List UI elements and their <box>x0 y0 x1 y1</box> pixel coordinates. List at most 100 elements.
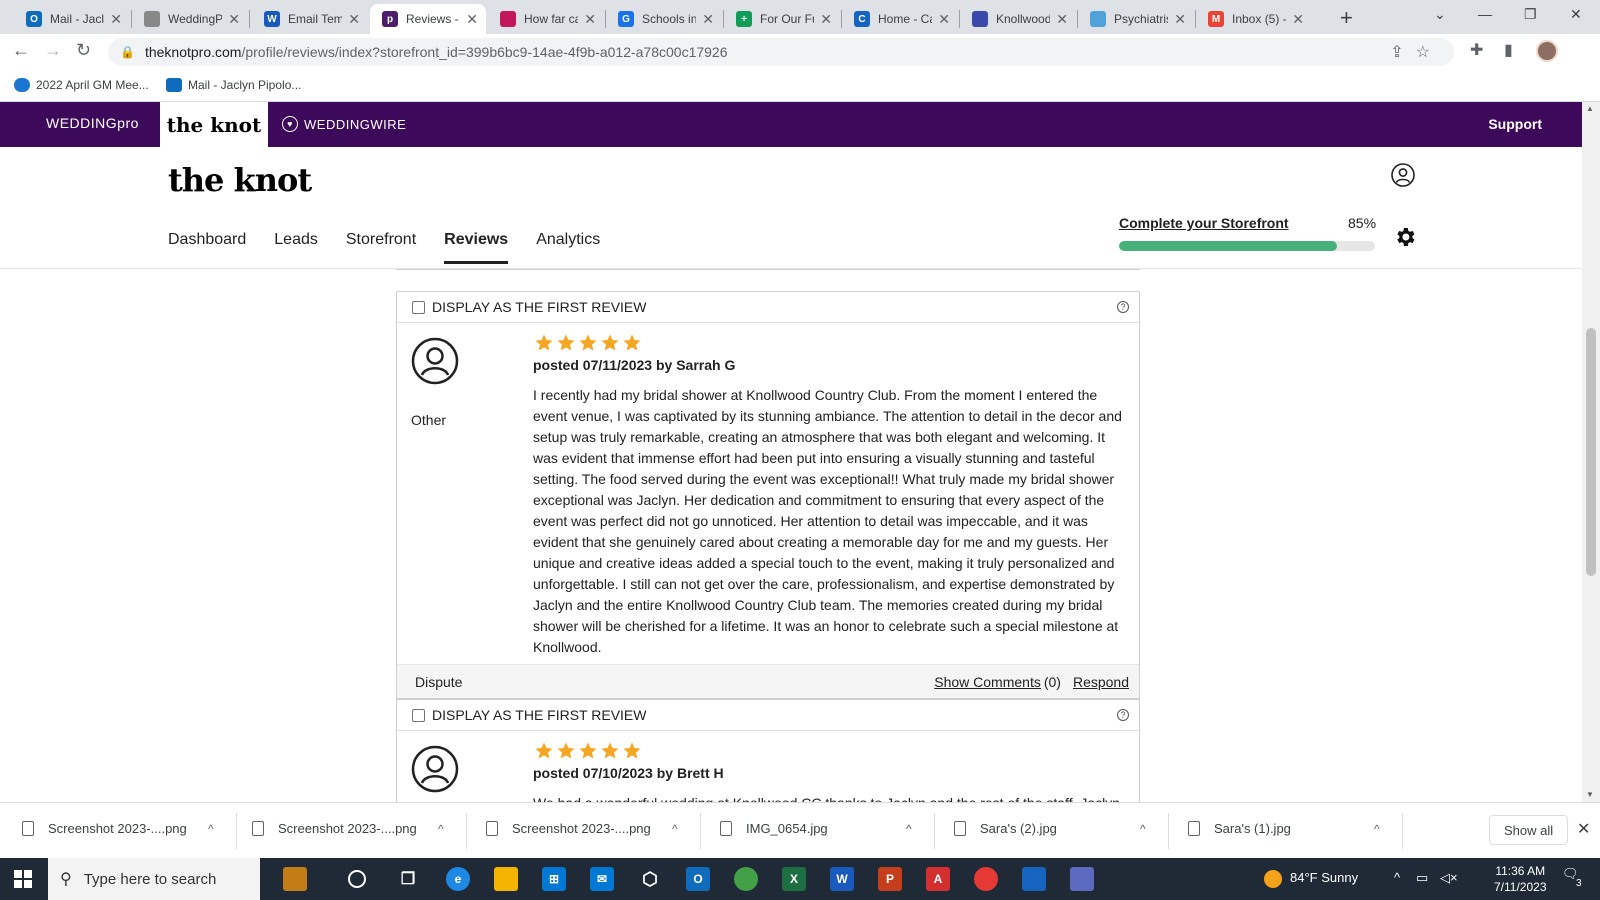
windows-start-icon[interactable] <box>14 870 32 888</box>
tab-close-icon[interactable]: ✕ <box>584 11 596 28</box>
browser-tab[interactable]: G Schools in ✕ <box>606 4 722 34</box>
display-first-checkbox[interactable] <box>412 300 425 314</box>
share-icon[interactable]: ⇪ <box>1390 44 1415 61</box>
scrollbar-thumb[interactable] <box>1586 328 1596 576</box>
tab-close-icon[interactable]: ✕ <box>820 11 832 28</box>
taskbar-clock[interactable]: 11:36 AM 7/11/2023 <box>1494 863 1547 895</box>
chevron-up-icon[interactable]: ^ <box>1140 822 1146 836</box>
browser-tab[interactable]: p Reviews - ✕ <box>370 4 486 34</box>
photos-icon[interactable] <box>1022 867 1046 891</box>
nav-storefront[interactable]: Storefront <box>346 231 416 264</box>
nav-leads[interactable]: Leads <box>274 231 318 264</box>
chrome-icon[interactable] <box>974 867 998 891</box>
tab-search-icon[interactable]: ⌄ <box>1434 6 1446 23</box>
profile-avatar[interactable] <box>1536 40 1558 62</box>
nav-dashboard[interactable]: Dashboard <box>168 231 246 264</box>
chevron-up-icon[interactable]: ^ <box>208 822 214 836</box>
address-bar[interactable]: 🔒 theknotpro.com/profile/reviews/index?s… <box>108 38 1454 66</box>
help-icon[interactable]: ? <box>1117 709 1129 721</box>
nav-reviews[interactable]: Reviews <box>444 231 509 264</box>
display-first-checkbox[interactable] <box>412 708 425 722</box>
tab-close-icon[interactable]: ✕ <box>348 11 360 28</box>
file-explorer-icon[interactable] <box>494 867 518 891</box>
help-icon[interactable]: ? <box>1117 301 1129 313</box>
browser-tab[interactable]: How far ca ✕ <box>488 4 604 34</box>
volume-icon[interactable]: ◁× <box>1440 870 1458 886</box>
browser-tab[interactable]: C Home - Ca ✕ <box>842 4 958 34</box>
store-icon[interactable]: ⊞ <box>542 867 566 891</box>
tab-close-icon[interactable]: ✕ <box>466 11 478 28</box>
scroll-up-icon[interactable]: ▲ <box>1586 104 1594 113</box>
excel-icon[interactable]: X <box>782 867 806 891</box>
tab-close-icon[interactable]: ✕ <box>938 11 950 28</box>
bookmark-item[interactable]: 2022 April GM Mee... <box>14 78 149 92</box>
browser-tab[interactable]: Psychiatris ✕ <box>1078 4 1194 34</box>
support-link[interactable]: Support <box>1488 116 1542 132</box>
taskbar-search-box[interactable]: ⚲ Type here to search <box>48 858 260 900</box>
browser-tab[interactable]: M Inbox (5) - ✕ <box>1196 4 1312 34</box>
page-scrollbar[interactable]: ▲ ▼ <box>1582 102 1600 802</box>
browser-tab[interactable]: WeddingP ✕ <box>132 4 248 34</box>
remote-app-icon[interactable] <box>1070 867 1094 891</box>
bookmark-star-icon[interactable]: ☆ <box>1416 44 1442 61</box>
minimize-icon[interactable]: — <box>1478 6 1492 22</box>
browser-tab[interactable]: Knollwood ✕ <box>960 4 1076 34</box>
weddingpro-link[interactable]: WEDDINGpro <box>46 115 139 131</box>
theknot-logo[interactable]: the knot <box>168 161 312 199</box>
browser-tab[interactable]: + For Our Fu ✕ <box>724 4 840 34</box>
account-icon[interactable] <box>1391 163 1415 187</box>
briefcase-app-icon[interactable] <box>283 867 307 891</box>
window-close-icon[interactable]: ✕ <box>1570 6 1582 23</box>
dispute-link[interactable]: Dispute <box>415 674 462 690</box>
outlook-taskbar-icon[interactable]: O <box>686 867 710 891</box>
download-item[interactable]: Screenshot 2023-....png ^ <box>22 821 214 836</box>
word-icon[interactable]: W <box>830 867 854 891</box>
reload-icon[interactable]: ↻ <box>76 40 91 61</box>
3d-app-icon[interactable]: ⬡ <box>638 867 662 891</box>
powerpoint-icon[interactable]: P <box>878 867 902 891</box>
complete-storefront-link[interactable]: Complete your Storefront <box>1119 215 1289 231</box>
tab-close-icon[interactable]: ✕ <box>1056 11 1068 28</box>
chevron-up-icon[interactable]: ^ <box>906 822 912 836</box>
nav-analytics[interactable]: Analytics <box>536 231 600 264</box>
tab-close-icon[interactable]: ✕ <box>1174 11 1186 28</box>
theknot-brand-tab[interactable]: the knot <box>160 102 268 147</box>
chevron-up-icon[interactable]: ^ <box>438 822 444 836</box>
browser-tab[interactable]: O Mail - Jacl ✕ <box>14 4 130 34</box>
task-view-icon[interactable]: ❐ <box>396 867 420 891</box>
download-item[interactable]: Sara's (2).jpg ^ <box>954 821 1146 836</box>
side-panel-icon[interactable]: ▮ <box>1504 40 1513 60</box>
tray-overflow-icon[interactable]: ^ <box>1394 870 1400 885</box>
gear-icon[interactable] <box>1393 225 1417 249</box>
tab-close-icon[interactable]: ✕ <box>702 11 714 28</box>
respond-link[interactable]: Respond <box>1073 674 1129 690</box>
download-item[interactable]: IMG_0654.jpg ^ <box>720 821 912 836</box>
bookmark-item[interactable]: Mail - Jaclyn Pipolo... <box>166 78 301 92</box>
scroll-down-icon[interactable]: ▼ <box>1586 790 1594 799</box>
globe-app-icon[interactable] <box>734 867 758 891</box>
show-all-downloads-button[interactable]: Show all <box>1489 815 1569 845</box>
extensions-icon[interactable]: ✚ <box>1470 40 1483 60</box>
mail-icon[interactable]: ✉ <box>590 867 614 891</box>
tab-close-icon[interactable]: ✕ <box>1292 11 1304 28</box>
acrobat-icon[interactable]: A <box>926 867 950 891</box>
show-comments-link[interactable]: Show Comments <box>934 674 1041 690</box>
tab-close-icon[interactable]: ✕ <box>228 11 240 28</box>
edge-icon[interactable]: e <box>446 867 470 891</box>
download-item[interactable]: Screenshot 2023-....png ^ <box>486 821 678 836</box>
browser-tab[interactable]: W Email Tem ✕ <box>252 4 368 34</box>
close-downloads-icon[interactable]: ✕ <box>1577 819 1590 839</box>
download-item[interactable]: Sara's (1).jpg ^ <box>1188 821 1380 836</box>
cortana-icon[interactable] <box>348 870 366 888</box>
restore-icon[interactable]: ❐ <box>1524 6 1537 23</box>
tab-close-icon[interactable]: ✕ <box>110 11 122 28</box>
weddingwire-link[interactable]: ♥ WEDDINGWIRE <box>282 116 406 132</box>
download-item[interactable]: Screenshot 2023-....png ^ <box>252 821 444 836</box>
forward-icon[interactable]: → <box>44 40 62 61</box>
back-icon[interactable]: ← <box>12 40 30 61</box>
new-tab-button[interactable]: + <box>1340 5 1353 31</box>
chevron-up-icon[interactable]: ^ <box>1374 822 1380 836</box>
weather-text[interactable]: 84°F Sunny <box>1290 870 1358 885</box>
network-icon[interactable]: ▭ <box>1416 870 1428 886</box>
chevron-up-icon[interactable]: ^ <box>672 822 678 836</box>
